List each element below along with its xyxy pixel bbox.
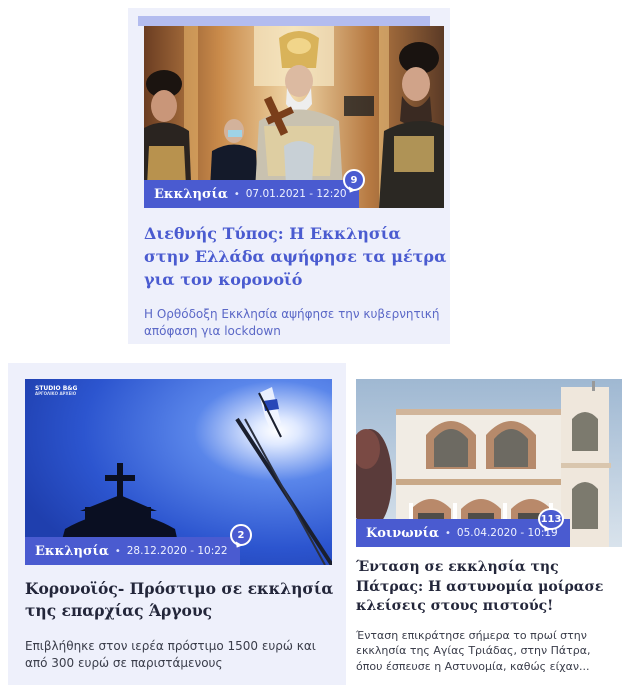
comment-count-badge[interactable]: 113 [538,508,564,530]
photo-watermark: STUDIO B&G ΑΡΓΟΛΙΚΟ ΑΡΧΕΙΟ [35,385,78,397]
article-title[interactable]: Κορονοϊός- Πρόστιμο σε εκκλησία της επαρ… [25,578,337,623]
article-title[interactable]: Ένταση σε εκκλησία της Πάτρας: Η αστυνομ… [356,558,624,617]
article-excerpt: Επιβλήθηκε στον ιερέα πρόστιμο 1500 ευρώ… [25,639,316,671]
comment-count-badge[interactable]: 2 [230,524,252,546]
article-meta-bar: Εκκλησία • 28.12.2020 - 10:22 [25,537,240,565]
article-card-3[interactable]: Κοινωνία • 05.04.2020 - 10:19 113 Ένταση… [346,370,622,685]
article-title[interactable]: Διεθνής Τύπος: Η Εκκλησία στην Ελλάδα αψ… [144,222,448,292]
comment-count-badge[interactable]: 9 [343,169,365,191]
category-label[interactable]: Κοινωνία [366,526,439,541]
meta-separator: • [114,545,121,557]
category-label[interactable]: Εκκλησία [35,544,109,559]
article-excerpt: Ένταση επικράτησε σήμερα το πρωί στην εκ… [356,629,591,673]
meta-separator: • [233,188,240,200]
article-card-1[interactable]: Εκκλησία • 07.01.2021 - 12:20 9 Διεθνής … [128,8,450,344]
article-date: 28.12.2020 - 10:22 [126,545,228,557]
article-meta-bar: Εκκλησία • 07.01.2021 - 12:20 [144,180,359,208]
article-date: 07.01.2021 - 12:20 [245,188,347,200]
meta-separator: • [444,527,451,539]
category-label[interactable]: Εκκλησία [154,187,228,202]
article-excerpt: Η Ορθόδοξη Εκκλησία αψήφησε την κυβερνητ… [144,307,440,339]
article-card-2[interactable]: STUDIO B&G ΑΡΓΟΛΙΚΟ ΑΡΧΕΙΟ Εκκλησία • 28… [8,363,346,685]
article-meta-bar: Κοινωνία • 05.04.2020 - 10:19 [356,519,570,547]
image-frame-accent [138,16,430,26]
